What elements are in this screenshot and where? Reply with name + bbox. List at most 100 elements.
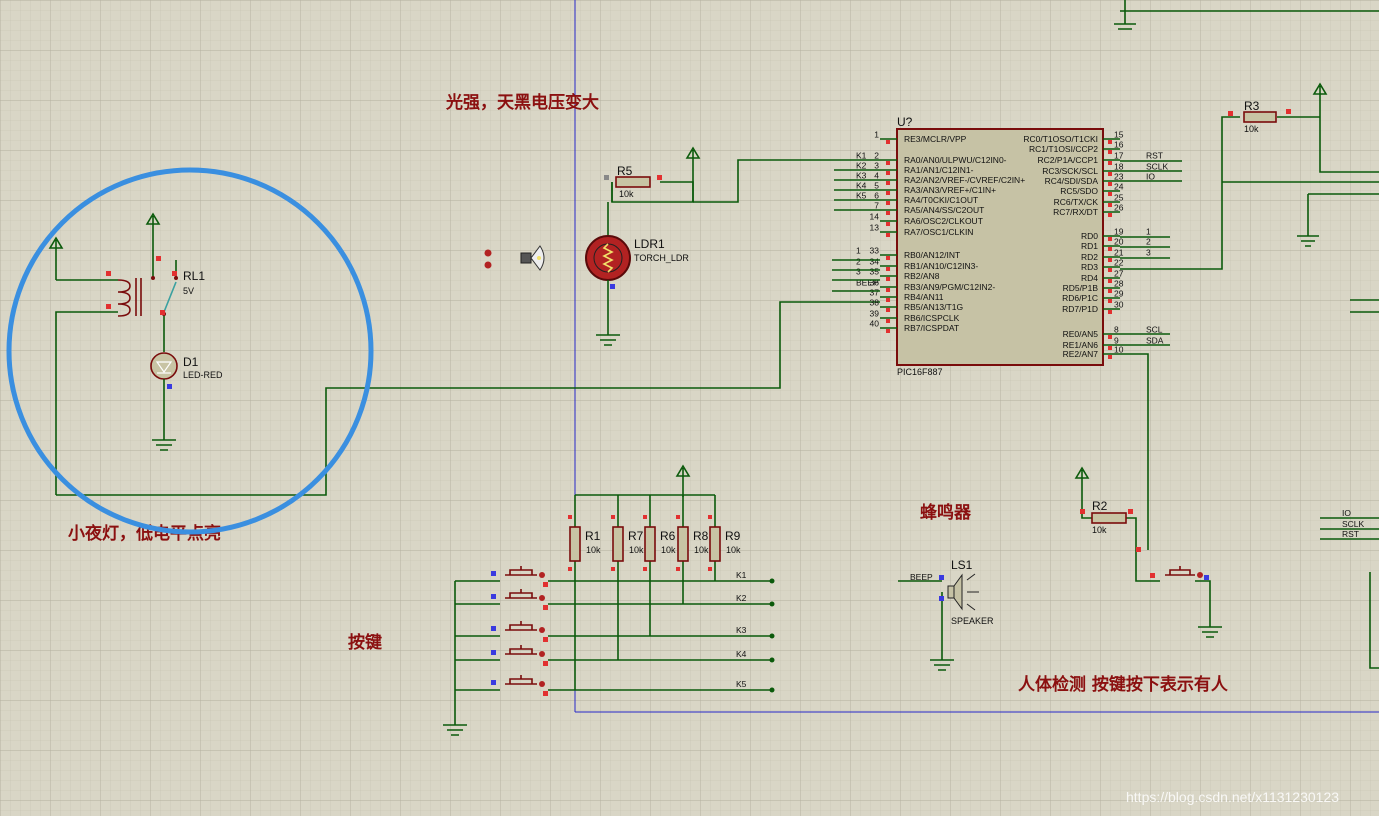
schematic-canvas[interactable]: 光强，天黑电压变大 小夜灯，低电平点亮 按键 蜂鸣器 人体检测 按键按下表示有人… (0, 0, 1379, 816)
mcu-pin-name: RA7/OSC1/CLKIN (904, 227, 973, 237)
mcu-pin-name: RC0/T1OSO/T1CKI (1023, 134, 1098, 144)
mcu-net-label: 2 (856, 257, 861, 267)
net-rst-right: RST (1342, 529, 1359, 539)
note-light: 光强，天黑电压变大 (445, 92, 599, 113)
pin-marker (708, 515, 712, 519)
pin-marker (1108, 279, 1112, 283)
mcu-pin-number: 28 (1114, 279, 1124, 289)
mcu-pin-name: RC2/P1A/CCP1 (1038, 155, 1099, 165)
pin-marker (1108, 150, 1112, 154)
key-net-label: K2 (736, 593, 747, 603)
pin-marker (543, 691, 548, 696)
r5-ref: R5 (617, 164, 633, 178)
mcu-pin-number: 21 (1114, 248, 1124, 258)
mcu-net-label: IO (1146, 172, 1155, 182)
mcu-pin-number: 35 (870, 267, 880, 277)
pin-marker (491, 571, 496, 576)
mcu-pin-number: 15 (1114, 130, 1124, 140)
r3-ref: R3 (1244, 99, 1260, 113)
mcu-pin-name: RC4/SDI/SDA (1045, 176, 1099, 186)
d1-ref: D1 (183, 355, 199, 369)
pushbutton-terminal (539, 572, 545, 578)
pin-marker (1108, 237, 1112, 241)
mcu-pin-name: RB5/AN13/T1G (904, 302, 963, 312)
mcu-pin-number: 26 (1114, 203, 1124, 213)
mcu-pin-number: 24 (1114, 182, 1124, 192)
pin-marker (1108, 140, 1112, 144)
mcu-net-label: 2 (1146, 237, 1151, 247)
mcu-pin-number: 8 (1114, 325, 1119, 335)
mcu-pin-name: RB3/AN9/PGM/C12IN2- (904, 282, 995, 292)
mcu-pin-number: 23 (1114, 172, 1124, 182)
pin-marker (491, 594, 496, 599)
net-junction (769, 633, 775, 639)
mcu-pin-number: 7 (874, 201, 879, 211)
mcu-net-label: K3 (856, 171, 867, 181)
mcu-pin-number: 29 (1114, 289, 1124, 299)
resistor-ref: R1 (585, 529, 601, 543)
pin-marker (886, 277, 890, 281)
mcu-pin-name: RA3/AN3/VREF+/C1IN+ (904, 185, 996, 195)
mcu-net-label: 3 (1146, 248, 1151, 258)
resistor-body (569, 526, 581, 562)
mcu-net-label: 1 (856, 246, 861, 256)
mcu-pin-number: 40 (870, 319, 880, 329)
net-junction (769, 578, 775, 584)
mcu-pin-number: 13 (870, 223, 880, 233)
mcu-pin-name: RE2/AN7 (1063, 349, 1099, 359)
pin-marker (886, 288, 890, 292)
mcu-pin-number: 38 (870, 298, 880, 308)
pin-marker (886, 329, 890, 333)
resistor-value: 10k (586, 545, 601, 555)
mcu-net-label: SDA (1146, 336, 1164, 346)
mcu-pin-number: 1 (874, 130, 879, 140)
mcu-pin-number: 6 (874, 191, 879, 201)
mcu-pin-number: 18 (1114, 162, 1124, 172)
net-io-right: IO (1342, 508, 1351, 518)
resistor-body (612, 526, 624, 562)
r2-value: 10k (1092, 525, 1107, 535)
pin-marker (1108, 213, 1112, 217)
pin-marker (1108, 268, 1112, 272)
mcu-pin-number: 10 (1114, 345, 1124, 355)
resistor-ref: R7 (628, 529, 644, 543)
pin-marker (886, 140, 890, 144)
r3-value: 10k (1244, 124, 1259, 134)
pin-marker (1108, 335, 1112, 339)
resistor-value: 10k (661, 545, 676, 555)
mcu-pin-name: RA6/OSC2/CLKOUT (904, 216, 983, 226)
mcu-pin-name: RD6/P1C (1062, 293, 1098, 303)
resistor-value: 10k (694, 545, 709, 555)
pin-marker (543, 605, 548, 610)
mcu-net-label: RST (1146, 151, 1163, 161)
resistor-value: 10k (726, 545, 741, 555)
pin-marker (543, 661, 548, 666)
pin-marker (886, 201, 890, 205)
net-junction (769, 687, 775, 693)
pin-marker (568, 515, 572, 519)
pin-marker (643, 567, 647, 571)
beep-net-label: BEEP (910, 572, 933, 582)
pin-marker (676, 515, 680, 519)
mcu-pin-name: RD1 (1081, 241, 1098, 251)
mcu-pin-name: RC1/T1OSI/CCP2 (1029, 144, 1098, 154)
pin-marker (1108, 310, 1112, 314)
mcu-net-label: SCLK (1146, 162, 1169, 172)
key-net-label: K4 (736, 649, 747, 659)
mcu-pin-name: RD5/P1B (1063, 283, 1099, 293)
net-sclk-right: SCLK (1342, 519, 1365, 529)
pin-marker (1108, 172, 1112, 176)
pin-marker (886, 319, 890, 323)
mcu-net-label: K1 (856, 151, 867, 161)
pin-marker (543, 637, 548, 642)
mcu-pin-number: 3 (874, 161, 879, 171)
mcu-pin-name: RC5/SDO (1060, 186, 1098, 196)
mcu-pin-name: RB0/AN12/INT (904, 250, 960, 260)
pin-marker (886, 191, 890, 195)
net-junction (769, 657, 775, 663)
mcu-net-label: K4 (856, 181, 867, 191)
pin-marker (886, 181, 890, 185)
pin-marker (1108, 161, 1112, 165)
pin-marker (886, 222, 890, 226)
mcu-pin-number: 2 (874, 151, 879, 161)
